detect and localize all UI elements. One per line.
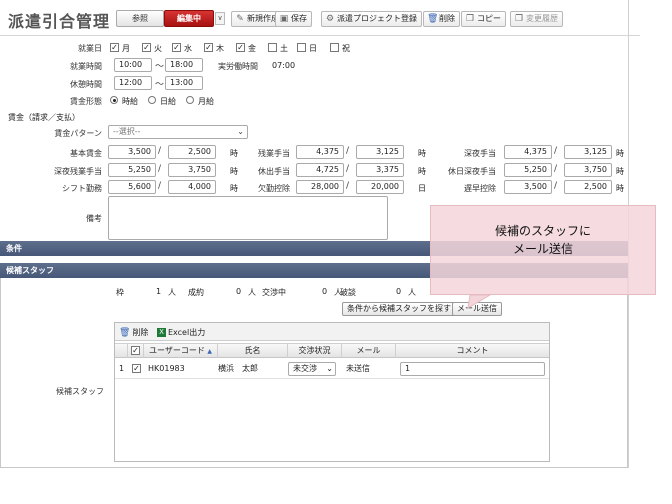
callout-pointer	[467, 294, 492, 309]
